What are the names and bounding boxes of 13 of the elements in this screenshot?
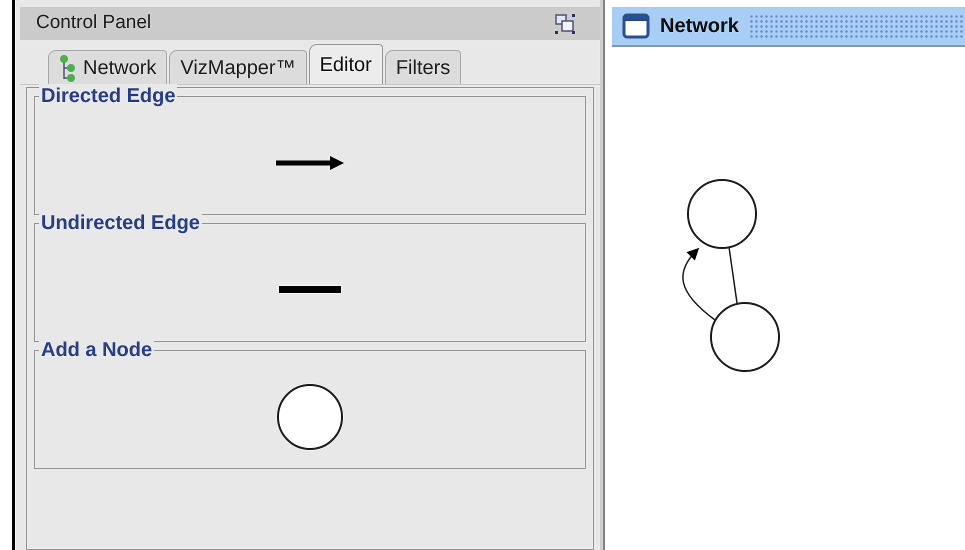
undirected-edge-icon[interactable] [279, 286, 341, 294]
window-title: Network [660, 14, 739, 39]
directed-edge-icon[interactable] [276, 156, 344, 170]
section-title: Undirected Edge [39, 211, 202, 235]
section-title: Directed Edge [39, 84, 178, 108]
tab[interactable]: Network [48, 50, 168, 84]
tab[interactable]: Filters [384, 50, 462, 84]
float-window-icon[interactable] [554, 12, 576, 34]
tab[interactable]: Editor [308, 44, 383, 84]
node-icon[interactable] [276, 382, 344, 450]
panel-title: Control Panel [36, 11, 152, 36]
tab[interactable]: VizMapper™ [169, 50, 307, 84]
window-icon [622, 13, 650, 39]
